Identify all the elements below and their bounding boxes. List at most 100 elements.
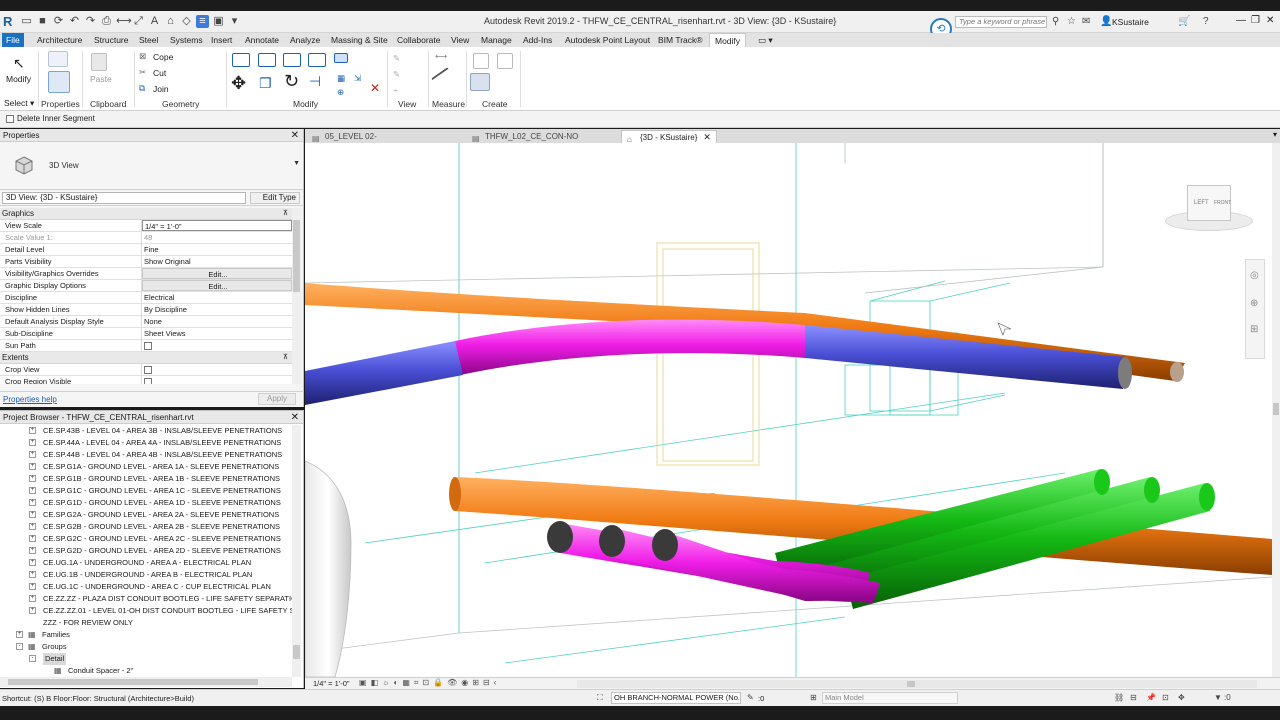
measure-icon[interactable]: ⟷ xyxy=(116,15,132,28)
cope-icon[interactable]: ⊠ xyxy=(139,51,146,62)
browser-node[interactable]: + CE.SP.G2B - GROUND LEVEL - AREA 2B - SL… xyxy=(0,521,292,533)
expand-icon[interactable]: + xyxy=(29,583,36,590)
properties-scrollbar[interactable] xyxy=(292,208,301,384)
browser-node-label[interactable]: CE.SP.44A - LEVEL 04 - AREA 4A - INSLAB/… xyxy=(43,437,281,449)
expand-icon[interactable]: + xyxy=(29,571,36,578)
close-icon[interactable]: ✕ xyxy=(1266,15,1274,26)
collapse-icon[interactable]: - xyxy=(29,655,36,662)
viewcube-front-label[interactable]: FRONT xyxy=(1214,200,1231,206)
view-tab-level02-branch[interactable]: ▤ 05_LEVEL 02-BRANCH/DISTRIBUTI... xyxy=(307,130,463,154)
browser-node[interactable]: ▦ Conduit Spacer - 2" xyxy=(0,665,292,677)
shadows-icon[interactable]: ◐ xyxy=(393,678,402,687)
canvas-hscroll-thumb[interactable] xyxy=(907,681,915,687)
type-selector[interactable]: 3D View ▼ xyxy=(0,142,303,190)
properties-icon[interactable] xyxy=(48,71,70,93)
ribbon-tab-structure[interactable]: Structure xyxy=(94,33,129,47)
user-name[interactable]: KSustaire xyxy=(1112,17,1149,27)
browser-node[interactable]: + CE.SP.G2D - GROUND LEVEL - AREA 2D - SL… xyxy=(0,545,292,557)
undo-icon[interactable]: ↶ xyxy=(68,15,81,28)
override-icon[interactable]: ✎ xyxy=(393,69,400,80)
sun-path-icon[interactable]: ☼ xyxy=(382,678,393,687)
active-workset-select[interactable]: OH BRANCH-NORMAL POWER (No... xyxy=(611,692,741,704)
expand-icon[interactable]: + xyxy=(29,427,36,434)
browser-node-label[interactable]: CE.ZZ.ZZ.01 - LEVEL 01-OH DIST CONDUIT B… xyxy=(43,605,292,617)
ribbon-tab-view[interactable]: View xyxy=(451,33,469,47)
revit-logo-icon[interactable]: R xyxy=(3,14,17,29)
design-option-select[interactable]: Main Model xyxy=(822,692,958,704)
redo-icon[interactable]: ↷ xyxy=(84,15,97,28)
ribbon-tab-file[interactable]: File xyxy=(2,33,24,47)
expand-icon[interactable]: + xyxy=(29,463,36,470)
property-checkbox[interactable] xyxy=(144,366,152,374)
minimize-icon[interactable]: — xyxy=(1236,15,1246,26)
expand-icon[interactable]: + xyxy=(29,535,36,542)
canvas-horizontal-scrollbar[interactable] xyxy=(577,680,1257,688)
user-icon[interactable]: 👤 xyxy=(1100,16,1112,27)
drag-elements-icon[interactable]: ✥ xyxy=(1178,693,1185,702)
visual-style-icon[interactable]: ◧ xyxy=(371,678,383,687)
paste-icon[interactable] xyxy=(91,53,107,71)
show-crop-icon[interactable]: ⊡ xyxy=(422,678,433,687)
offset-icon[interactable] xyxy=(258,53,276,67)
thin-lines-icon[interactable]: ≡ xyxy=(196,15,209,28)
properties-close-icon[interactable]: ✕ xyxy=(291,129,299,142)
cope-button[interactable]: Cope xyxy=(153,52,173,62)
ribbon-tab-bim-track[interactable]: BIM Track® xyxy=(658,33,703,47)
restore-icon[interactable]: ❐ xyxy=(1251,15,1260,26)
cut-icon[interactable]: ✂ xyxy=(139,67,146,78)
ribbon-tab-collaborate[interactable]: Collaborate xyxy=(397,33,440,47)
browser-node-label[interactable]: ZZZ - FOR REVIEW ONLY xyxy=(43,617,133,629)
analysis-icon[interactable]: ⊞ xyxy=(472,678,483,687)
conduit-blue-left[interactable] xyxy=(305,341,463,405)
property-checkbox-cell[interactable] xyxy=(142,364,292,375)
browser-node-label[interactable]: CE.SP.G2A - GROUND LEVEL - AREA 2A - SLE… xyxy=(43,509,279,521)
rendering-icon[interactable]: ▦ xyxy=(402,678,414,687)
browser-hscroll-thumb[interactable] xyxy=(8,679,258,685)
hide-icon[interactable]: ✎ xyxy=(393,53,400,64)
print-icon[interactable]: ⎙ xyxy=(100,15,113,28)
browser-node[interactable]: + CE.SP.44A - LEVEL 04 - AREA 4A - INSLAB… xyxy=(0,437,292,449)
create-assembly-icon[interactable] xyxy=(470,73,490,91)
property-value[interactable]: Electrical xyxy=(142,292,292,303)
property-value[interactable]: By Discipline xyxy=(142,304,292,315)
measure-between-icon[interactable]: ⟷ xyxy=(435,51,447,62)
browser-node-label[interactable]: CE.UG.1A - UNDERGROUND - AREA A - ELECTR… xyxy=(43,557,251,569)
zoom-icon[interactable]: ⊕ xyxy=(1250,298,1258,309)
browser-node-label[interactable]: Families xyxy=(42,629,70,641)
instance-selector[interactable]: 3D View: {3D - KSustaire} xyxy=(2,192,246,204)
pin-icon[interactable]: ⊕ xyxy=(337,87,344,98)
browser-node[interactable]: + CE.ZZ.ZZ - PLAZA DIST CONDUIT BOOTLEG -… xyxy=(0,593,292,605)
3d-view-icon[interactable]: ⌂ xyxy=(164,15,177,28)
model-viewport[interactable] xyxy=(305,143,1272,677)
project-browser-close-icon[interactable]: ✕ xyxy=(291,411,299,424)
browser-node[interactable]: + CE.UG.1C - UNDERGROUND - AREA C - CUP E… xyxy=(0,581,292,593)
view-tab-close-icon[interactable]: ✕ xyxy=(703,132,711,142)
binoculars-icon[interactable]: ⚲ xyxy=(1052,16,1059,27)
modify-tool-button[interactable]: Modify xyxy=(6,74,31,84)
expand-icon[interactable]: + xyxy=(29,475,36,482)
array-icon[interactable]: ▦ xyxy=(337,73,345,84)
ribbon-tab-modify[interactable]: Modify xyxy=(709,33,747,47)
expand-icon[interactable]: + xyxy=(16,631,23,638)
ribbon-context-dropdown-icon[interactable]: ▭ ▾ xyxy=(758,33,773,47)
filter-icon[interactable]: ▼ xyxy=(1214,693,1222,702)
browser-node[interactable]: + CE.SP.G2C - GROUND LEVEL - AREA 2C - SL… xyxy=(0,533,292,545)
viewcube[interactable]: LEFT FRONT xyxy=(1165,183,1255,235)
lock-3d-icon[interactable]: 🔒 xyxy=(433,678,447,687)
switch-windows-icon[interactable]: ▾ xyxy=(228,15,241,28)
orbit-icon[interactable]: ⊞ xyxy=(1250,324,1258,335)
browser-node[interactable]: + CE.UG.1B - UNDERGROUND - AREA B - ELECT… xyxy=(0,569,292,581)
detail-level-icon[interactable]: ▣ xyxy=(359,678,371,687)
browser-node-label[interactable]: CE.SP.G1A - GROUND LEVEL - AREA 1A - SLE… xyxy=(43,461,279,473)
expand-icon[interactable]: + xyxy=(29,595,36,602)
properties-help-link[interactable]: Properties help xyxy=(3,395,57,404)
design-options-icon[interactable]: ⊞ xyxy=(810,693,817,702)
cart-icon[interactable]: 🛒 xyxy=(1178,16,1190,27)
ribbon-tab-massing-site[interactable]: Massing & Site xyxy=(331,33,388,47)
3d-view-canvas[interactable]: LEFT FRONT ◎ ⊕ ⊞ xyxy=(305,143,1272,677)
property-checkbox[interactable] xyxy=(144,342,152,350)
property-checkbox-cell[interactable] xyxy=(142,340,292,351)
browser-node-label[interactable]: CE.SP.G1D - GROUND LEVEL - AREA 1D - SLE… xyxy=(43,497,281,509)
browser-node[interactable]: + CE.SP.G1B - GROUND LEVEL - AREA 1B - SL… xyxy=(0,473,292,485)
expand-icon[interactable]: + xyxy=(29,547,36,554)
